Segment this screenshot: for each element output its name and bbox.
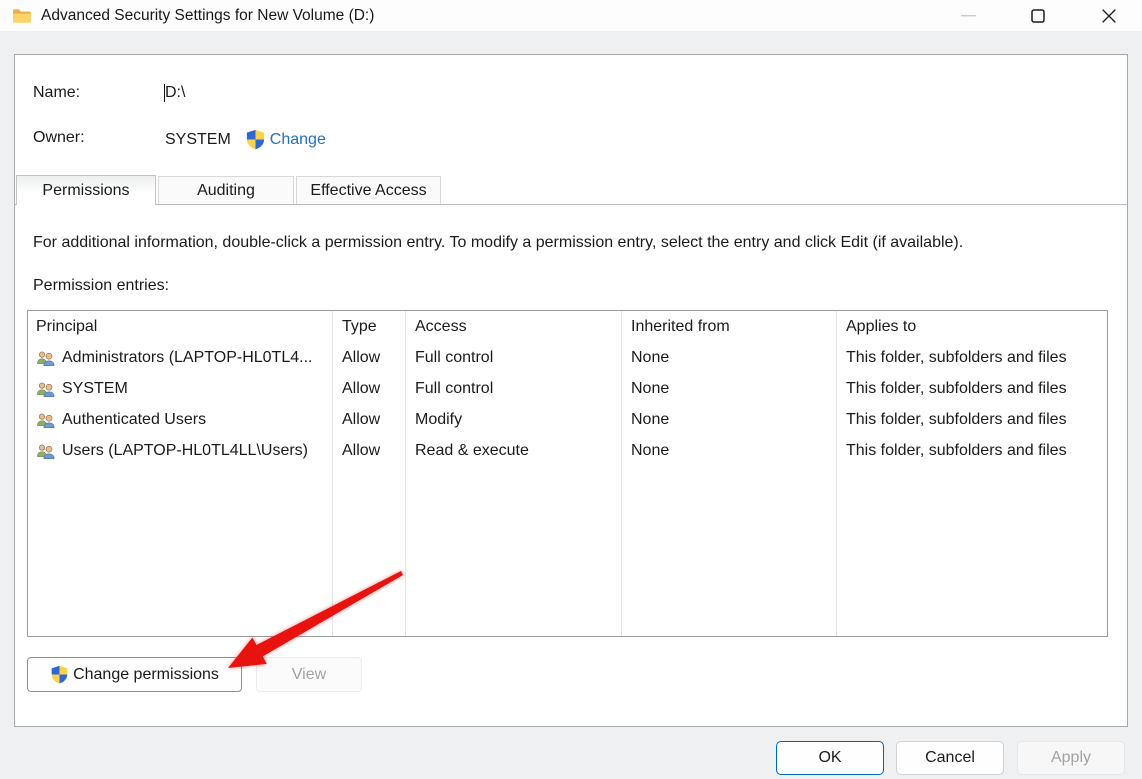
uac-shield-icon (50, 665, 69, 684)
tab-permissions[interactable]: Permissions (16, 175, 156, 205)
principal-cell: Authenticated Users (28, 411, 332, 429)
close-button[interactable] (1087, 0, 1131, 31)
cancel-button[interactable]: Cancel (896, 741, 1004, 775)
ok-button[interactable]: OK (776, 741, 884, 775)
applies-to-cell: This folder, subfolders and files (836, 349, 1107, 367)
minimize-button[interactable] (946, 0, 990, 31)
principal-cell: Users (LAPTOP-HL0TL4LL\Users) (28, 442, 332, 460)
inherited-from-cell: None (621, 380, 836, 398)
users-icon (36, 412, 56, 428)
name-value: D:\ (165, 84, 185, 102)
users-icon (36, 381, 56, 397)
name-label: Name: (33, 84, 80, 102)
access-cell: Read & execute (405, 442, 621, 460)
inherited-from-cell: None (621, 349, 836, 367)
header-inherited-from[interactable]: Inherited from (621, 318, 836, 336)
access-cell: Full control (405, 349, 621, 367)
info-text: For additional information, double-click… (33, 234, 1103, 252)
type-cell: Allow (332, 442, 405, 460)
header-type[interactable]: Type (332, 318, 405, 336)
change-owner-link[interactable]: Change (270, 131, 326, 149)
table-row[interactable]: Users (LAPTOP-HL0TL4LL\Users)AllowRead &… (28, 435, 1107, 466)
folder-icon (12, 8, 32, 24)
type-cell: Allow (332, 349, 405, 367)
window-title: Advanced Security Settings for New Volum… (41, 7, 374, 25)
close-icon (1102, 9, 1116, 23)
table-row[interactable]: Administrators (LAPTOP-HL0TL4...AllowFul… (28, 342, 1107, 373)
inherited-from-cell: None (621, 442, 836, 460)
change-permissions-button[interactable]: Change permissions (27, 657, 242, 692)
header-applies-to[interactable]: Applies to (836, 318, 1107, 336)
tab-effective-access[interactable]: Effective Access (296, 176, 441, 204)
type-cell: Allow (332, 380, 405, 398)
maximize-button[interactable] (1016, 0, 1060, 31)
principal-cell: Administrators (LAPTOP-HL0TL4... (28, 349, 332, 367)
permission-rows: Administrators (LAPTOP-HL0TL4...AllowFul… (28, 342, 1107, 466)
table-row[interactable]: SYSTEMAllowFull controlNoneThis folder, … (28, 373, 1107, 404)
users-icon (36, 350, 56, 366)
inherited-from-cell: None (621, 411, 836, 429)
maximize-icon (1031, 9, 1045, 23)
applies-to-cell: This folder, subfolders and files (836, 380, 1107, 398)
apply-button[interactable]: Apply (1017, 741, 1125, 775)
tab-auditing[interactable]: Auditing (158, 176, 294, 204)
access-cell: Modify (405, 411, 621, 429)
change-permissions-label: Change permissions (73, 666, 219, 684)
uac-shield-icon (245, 129, 266, 150)
view-button[interactable]: View (256, 657, 362, 692)
table-header: Principal Type Access Inherited from App… (28, 311, 1107, 342)
users-icon (36, 443, 56, 459)
access-cell: Full control (405, 380, 621, 398)
applies-to-cell: This folder, subfolders and files (836, 442, 1107, 460)
header-access[interactable]: Access (405, 318, 621, 336)
view-label: View (292, 666, 326, 684)
text-caret (164, 84, 165, 102)
type-cell: Allow (332, 411, 405, 429)
cancel-label: Cancel (925, 749, 975, 767)
tabstrip-divider (15, 204, 1127, 205)
table-row[interactable]: Authenticated UsersAllowModifyNoneThis f… (28, 404, 1107, 435)
permission-entries-table: Principal Type Access Inherited from App… (27, 310, 1108, 637)
applies-to-cell: This folder, subfolders and files (836, 411, 1107, 429)
owner-value: SYSTEM (165, 131, 231, 149)
owner-label: Owner: (33, 129, 85, 147)
ok-label: OK (818, 749, 841, 767)
permission-entries-label: Permission entries: (33, 277, 169, 295)
principal-cell: SYSTEM (28, 380, 332, 398)
apply-label: Apply (1051, 749, 1091, 767)
header-principal[interactable]: Principal (28, 318, 332, 336)
minimize-icon (961, 14, 976, 17)
